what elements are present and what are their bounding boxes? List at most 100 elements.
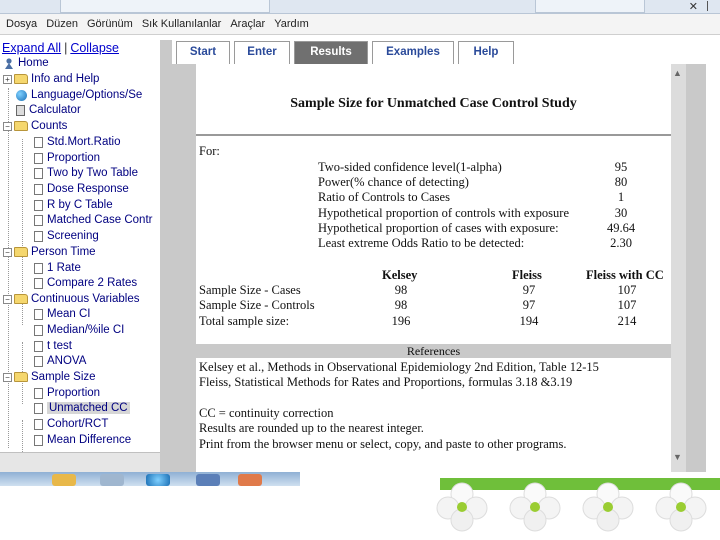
tree-item-two-by-two-table[interactable]: Two by Two Table [34, 166, 138, 180]
content-vertical-scrollbar[interactable] [670, 64, 686, 472]
tree-item-screening[interactable]: Screening [34, 229, 99, 243]
param-row: Hypothetical proportion of controls with… [318, 206, 658, 221]
navigation-tree: Expand All | Collapse Home + Info and Help … [0, 40, 160, 452]
menu-view[interactable]: Görünüm [87, 18, 133, 30]
tree-controls: Expand All | Collapse [2, 41, 119, 55]
tab-results[interactable]: Results [294, 41, 368, 64]
scroll-up-icon[interactable]: ▲ [673, 68, 682, 78]
result-label: Sample Size - Cases [199, 283, 301, 297]
tab-bar: Start Enter Results Examples Help [172, 40, 720, 64]
document-icon [34, 277, 43, 289]
param-value: 49.64 [606, 221, 636, 235]
tree-item-sample-size[interactable]: − Sample Size [3, 370, 96, 384]
document-icon [34, 214, 43, 226]
result-fleiss: 97 [522, 298, 536, 312]
folder-icon [14, 294, 28, 304]
tree-connector [22, 139, 23, 292]
result-fleiss-cc: 107 [617, 298, 637, 312]
browser-tab[interactable] [60, 0, 270, 13]
tree-item-r-by-c-table[interactable]: R by C Table [34, 198, 113, 212]
tree-item-mean-ci[interactable]: Mean CI [34, 307, 90, 321]
calculator-icon [16, 104, 25, 116]
close-icon[interactable]: ✕ [689, 0, 698, 13]
collapse-toggle-icon[interactable]: − [3, 247, 12, 257]
tree-item-std-mort-ratio[interactable]: Std.Mort.Ratio [34, 135, 121, 149]
expand-toggle-icon[interactable]: + [3, 74, 12, 84]
page-title: Sample Size for Unmatched Case Control S… [290, 96, 577, 111]
menu-file[interactable]: Dosya [6, 18, 37, 30]
collapse-toggle-icon[interactable]: − [3, 121, 12, 131]
app-taskbar-icon[interactable] [100, 474, 124, 486]
param-label: Power(% chance of detecting) [318, 175, 469, 189]
tab-start[interactable]: Start [176, 41, 230, 64]
param-row: Least extreme Odds Ratio to be detected:… [318, 236, 658, 251]
tree-item-mean-difference[interactable]: Mean Difference [34, 433, 131, 447]
collapse-toggle-icon[interactable]: − [3, 294, 12, 304]
tab-help[interactable]: Help [458, 41, 514, 64]
powerpoint-taskbar-icon[interactable] [238, 474, 262, 486]
tree-item-calculator[interactable]: Calculator [16, 103, 81, 117]
tree-item-1-rate[interactable]: 1 Rate [34, 261, 81, 275]
tree-item-median-percentile-ci[interactable]: Median/%ile CI [34, 323, 124, 337]
param-value: 1 [617, 190, 625, 204]
document-icon [34, 136, 43, 148]
folder-taskbar-icon[interactable] [52, 474, 76, 486]
tree-item-unmatched-cc[interactable]: Unmatched CC [34, 401, 130, 415]
tree-item-home[interactable]: Home [4, 56, 49, 70]
document-icon [34, 262, 43, 274]
result-kelsey: 98 [394, 283, 408, 297]
result-fleiss: 194 [519, 314, 539, 328]
param-value: 95 [614, 160, 628, 174]
result-kelsey: 196 [391, 314, 411, 328]
word-taskbar-icon[interactable] [196, 474, 220, 486]
document-icon [34, 324, 43, 336]
tree-item-info-and-help[interactable]: + Info and Help [3, 72, 99, 86]
tab-enter[interactable]: Enter [234, 41, 290, 64]
folder-icon [14, 121, 28, 131]
param-value: 2.30 [610, 236, 632, 250]
home-icon [5, 57, 13, 69]
param-label: Least extreme Odds Ratio to be detected: [318, 236, 525, 250]
browser-tab[interactable] [535, 0, 645, 13]
scroll-down-icon[interactable]: ▼ [673, 452, 682, 462]
param-label: Hypothetical proportion of controls with… [318, 206, 569, 220]
tree-item-continuous-variables[interactable]: − Continuous Variables [3, 292, 139, 306]
tree-item-compare-2-rates[interactable]: Compare 2 Rates [34, 276, 137, 290]
tree-item-dose-response[interactable]: Dose Response [34, 182, 129, 196]
document-icon [34, 183, 43, 195]
tab-examples[interactable]: Examples [372, 41, 454, 64]
param-value: 30 [614, 206, 628, 220]
menu-edit[interactable]: Düzen [46, 18, 78, 30]
param-row: Power(% chance of detecting) 80 [318, 175, 658, 190]
result-row: Total sample size: 196 194 214 [199, 314, 669, 329]
column-header-kelsey: Kelsey [382, 268, 418, 282]
browser-taskbar-icon[interactable] [146, 474, 170, 486]
tree-horizontal-scrollbar[interactable] [0, 452, 160, 472]
tree-item-proportion[interactable]: Proportion [34, 151, 100, 165]
menu-favorites[interactable]: Sık Kullanılanlar [142, 18, 222, 30]
tree-item-language-options[interactable]: Language/Options/Se [16, 88, 142, 102]
tree-item-cohort-rct[interactable]: Cohort/RCT [34, 417, 108, 431]
param-value: 80 [614, 175, 628, 189]
expand-all-link[interactable]: Expand All [2, 41, 61, 55]
folder-icon [14, 247, 28, 257]
menu-bar: Dosya Düzen Görünüm Sık Kullanılanlar Ar… [0, 14, 720, 35]
tree-item-person-time[interactable]: − Person Time [3, 245, 96, 259]
menu-help[interactable]: Yardım [274, 18, 309, 30]
menu-tools[interactable]: Araçlar [230, 18, 265, 30]
cc-note: CC = continuity correction [199, 406, 334, 420]
tree-item-sample-size-proportion[interactable]: Proportion [34, 386, 100, 400]
collapse-link[interactable]: Collapse [70, 41, 119, 55]
flower-decoration-icon [509, 482, 561, 532]
document-icon [34, 340, 43, 352]
result-fleiss-cc: 214 [617, 314, 637, 328]
collapse-toggle-icon[interactable]: − [3, 372, 12, 382]
tree-item-t-test[interactable]: t test [34, 339, 72, 353]
tree-item-matched-case-control[interactable]: Matched Case Contr [34, 213, 152, 227]
param-row: Two-sided confidence level(1-alpha) 95 [318, 160, 658, 175]
result-kelsey: 98 [394, 298, 408, 312]
tree-item-counts[interactable]: − Counts [3, 119, 67, 133]
document-icon [34, 355, 43, 367]
tree-item-anova[interactable]: ANOVA [34, 354, 86, 368]
panel-splitter[interactable] [160, 40, 172, 472]
